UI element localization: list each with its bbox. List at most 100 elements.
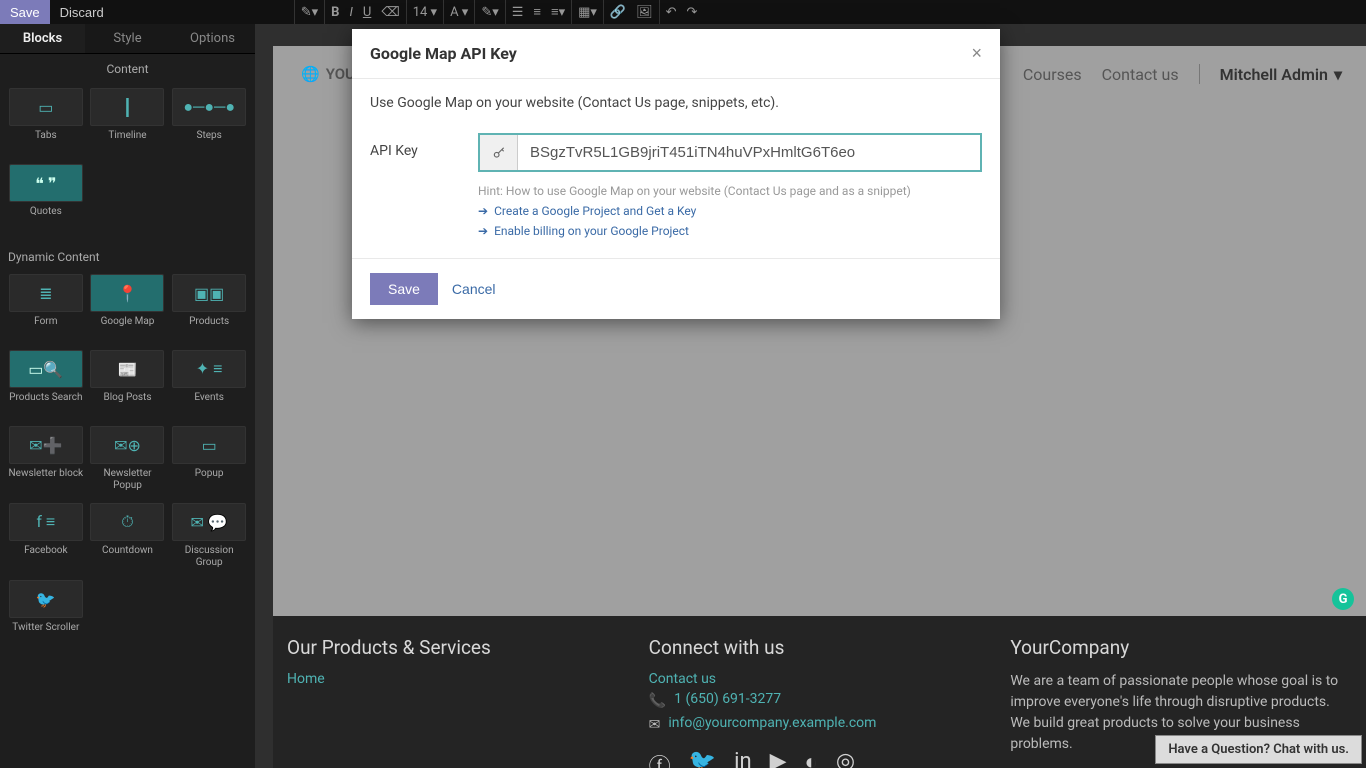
font-size-select[interactable]: 14 ▾ bbox=[413, 5, 437, 20]
sidebar-content[interactable]: Content ▭ Tabs ┃ Timeline ●─●─● Steps ❝ … bbox=[0, 54, 255, 768]
modal-body: Use Google Map on your website (Contact … bbox=[352, 79, 1000, 258]
eraser-icon[interactable]: ⌫ bbox=[381, 5, 399, 20]
top-bar: Save Discard ✎▾ B I U ⌫ 14 ▾ A ▾ ✎▾ ☰ ≡ … bbox=[0, 0, 1366, 24]
grammarly-icon[interactable]: G bbox=[1332, 588, 1354, 610]
help-link-enable-billing[interactable]: ➔ Enable billing on your Google Project bbox=[478, 222, 982, 240]
modal-save-button[interactable]: Save bbox=[370, 273, 438, 305]
api-key-input[interactable] bbox=[518, 135, 980, 170]
footer-contact-link[interactable]: Contact us bbox=[649, 671, 991, 687]
footer-connect-title: Connect with us bbox=[649, 636, 991, 659]
tab-options[interactable]: Options bbox=[170, 24, 255, 53]
snippet-google-map[interactable]: 📍 Google Map bbox=[88, 270, 168, 344]
api-key-modal: Google Map API Key × Use Google Map on y… bbox=[352, 29, 1000, 319]
footer-col-products: Our Products & Services Home bbox=[287, 636, 629, 768]
envelope-icon: ✉ bbox=[649, 717, 661, 733]
snippet-discussion-group[interactable]: ✉ 💬 Discussion Group bbox=[169, 499, 249, 574]
youtube-icon[interactable]: ▶ bbox=[770, 749, 787, 768]
table-button[interactable]: ▦▾ bbox=[578, 5, 597, 20]
text-color-button[interactable]: A ▾ bbox=[450, 5, 468, 20]
snippet-steps[interactable]: ●─●─● Steps bbox=[169, 84, 249, 158]
facebook-icon[interactable]: ⓕ bbox=[649, 749, 671, 768]
snippet-blog-posts[interactable]: 📰 Blog Posts bbox=[88, 346, 168, 420]
newsletter-popup-icon: ✉⊕ bbox=[90, 426, 164, 464]
map-pin-icon: 📍 bbox=[90, 274, 164, 312]
underline-button[interactable]: U bbox=[363, 5, 371, 20]
caret-down-icon: ▾ bbox=[1334, 65, 1342, 84]
image-button[interactable]: 🖼 bbox=[636, 5, 653, 20]
discussion-icon: ✉ 💬 bbox=[172, 503, 246, 541]
editor-discard-button[interactable]: Discard bbox=[50, 0, 114, 24]
search-icon: ▭🔍 bbox=[9, 350, 83, 388]
popup-icon: ▭ bbox=[172, 426, 246, 464]
snippet-tabs[interactable]: ▭ Tabs bbox=[6, 84, 86, 158]
section-label-dynamic: Dynamic Content bbox=[6, 240, 249, 270]
highlight-button[interactable]: ✎▾ bbox=[481, 5, 498, 20]
undo-button[interactable]: ↶ bbox=[666, 5, 677, 20]
tabs-icon: ▭ bbox=[9, 88, 83, 126]
nav-contact[interactable]: Contact us bbox=[1102, 65, 1179, 84]
arrow-right-icon: ➔ bbox=[478, 222, 488, 240]
bullet-list-button[interactable]: ☰ bbox=[512, 5, 524, 20]
modal-footer: Save Cancel bbox=[352, 258, 1000, 319]
snippet-facebook[interactable]: f ≡ Facebook bbox=[6, 499, 86, 574]
twitter-icon[interactable]: 🐦 bbox=[689, 749, 716, 768]
modal-title: Google Map API Key bbox=[370, 44, 517, 63]
snippet-popup[interactable]: ▭ Popup bbox=[169, 422, 249, 497]
newsletter-icon: ✉➕ bbox=[9, 426, 83, 464]
snippet-form[interactable]: ≣ Form bbox=[6, 270, 86, 344]
quotes-icon: ❝ ❞ bbox=[9, 164, 83, 202]
steps-icon: ●─●─● bbox=[172, 88, 246, 126]
help-hint-text: Hint: How to use Google Map on your webs… bbox=[478, 182, 982, 200]
footer-col-connect: Connect with us Contact us 📞 1 (650) 691… bbox=[649, 636, 991, 768]
link-button[interactable]: 🔗 bbox=[610, 5, 626, 20]
snippet-quotes[interactable]: ❝ ❞ Quotes bbox=[6, 160, 86, 234]
snippet-countdown[interactable]: ⏱ Countdown bbox=[88, 499, 168, 574]
sidebar-tabs: Blocks Style Options bbox=[0, 24, 255, 54]
snippet-newsletter-block[interactable]: ✉➕ Newsletter block bbox=[6, 422, 86, 497]
modal-header: Google Map API Key × bbox=[352, 29, 1000, 79]
modal-cancel-button[interactable]: Cancel bbox=[452, 281, 496, 297]
user-menu[interactable]: Mitchell Admin ▾ bbox=[1220, 65, 1342, 84]
snippet-newsletter-popup[interactable]: ✉⊕ Newsletter Popup bbox=[88, 422, 168, 497]
countdown-icon: ⏱ bbox=[90, 503, 164, 541]
snippet-timeline[interactable]: ┃ Timeline bbox=[88, 84, 168, 158]
events-icon: ✦ ≡ bbox=[172, 350, 246, 388]
timeline-icon: ┃ bbox=[90, 88, 164, 126]
tab-blocks[interactable]: Blocks bbox=[0, 24, 85, 53]
align-button[interactable]: ≡▾ bbox=[551, 4, 565, 20]
phone-icon: 📞 bbox=[649, 693, 666, 709]
snippet-products[interactable]: ▣▣ Products bbox=[169, 270, 249, 344]
site-logo[interactable]: 🌐 YOU bbox=[301, 65, 355, 83]
chat-widget[interactable]: Have a Question? Chat with us. bbox=[1155, 735, 1362, 764]
github-icon[interactable]: ◐ bbox=[805, 749, 818, 768]
arrow-right-icon: ➔ bbox=[478, 202, 488, 220]
bold-button[interactable]: B bbox=[331, 5, 339, 20]
globe-icon: 🌐 bbox=[301, 65, 320, 83]
nav-courses[interactable]: Courses bbox=[1023, 65, 1082, 84]
help-block: Hint: How to use Google Map on your webs… bbox=[478, 182, 982, 240]
modal-close-button[interactable]: × bbox=[971, 43, 982, 64]
snippet-products-search[interactable]: ▭🔍 Products Search bbox=[6, 346, 86, 420]
linkedin-icon[interactable]: in bbox=[734, 749, 752, 768]
footer-email[interactable]: info@yourcompany.example.com bbox=[668, 715, 876, 731]
magic-icon[interactable]: ✎▾ bbox=[301, 5, 318, 20]
modal-description: Use Google Map on your website (Contact … bbox=[370, 95, 982, 111]
footer-home-link[interactable]: Home bbox=[287, 671, 629, 687]
sidebar: Blocks Style Options Content ▭ Tabs ┃ Ti… bbox=[0, 24, 255, 768]
products-icon: ▣▣ bbox=[172, 274, 246, 312]
help-link-create-project[interactable]: ➔ Create a Google Project and Get a Key bbox=[478, 202, 982, 220]
snippet-events[interactable]: ✦ ≡ Events bbox=[169, 346, 249, 420]
form-icon: ≣ bbox=[9, 274, 83, 312]
twitter-icon: 🐦 bbox=[9, 580, 83, 618]
editor-save-button[interactable]: Save bbox=[0, 0, 50, 24]
editor-toolbar: ✎▾ B I U ⌫ 14 ▾ A ▾ ✎▾ ☰ ≡ ≡▾ ▦▾ 🔗 🖼 ↶ ↷ bbox=[114, 0, 1366, 24]
snippet-twitter-scroller[interactable]: 🐦 Twitter Scroller bbox=[6, 576, 86, 650]
footer-phone[interactable]: 1 (650) 691-3277 bbox=[674, 691, 781, 707]
api-key-label: API Key bbox=[370, 133, 462, 159]
redo-button[interactable]: ↷ bbox=[687, 5, 698, 20]
ordered-list-button[interactable]: ≡ bbox=[533, 4, 541, 20]
italic-button[interactable]: I bbox=[349, 5, 352, 20]
api-key-input-group bbox=[478, 133, 982, 172]
tab-style[interactable]: Style bbox=[85, 24, 170, 53]
instagram-icon[interactable]: ◎ bbox=[836, 749, 855, 768]
